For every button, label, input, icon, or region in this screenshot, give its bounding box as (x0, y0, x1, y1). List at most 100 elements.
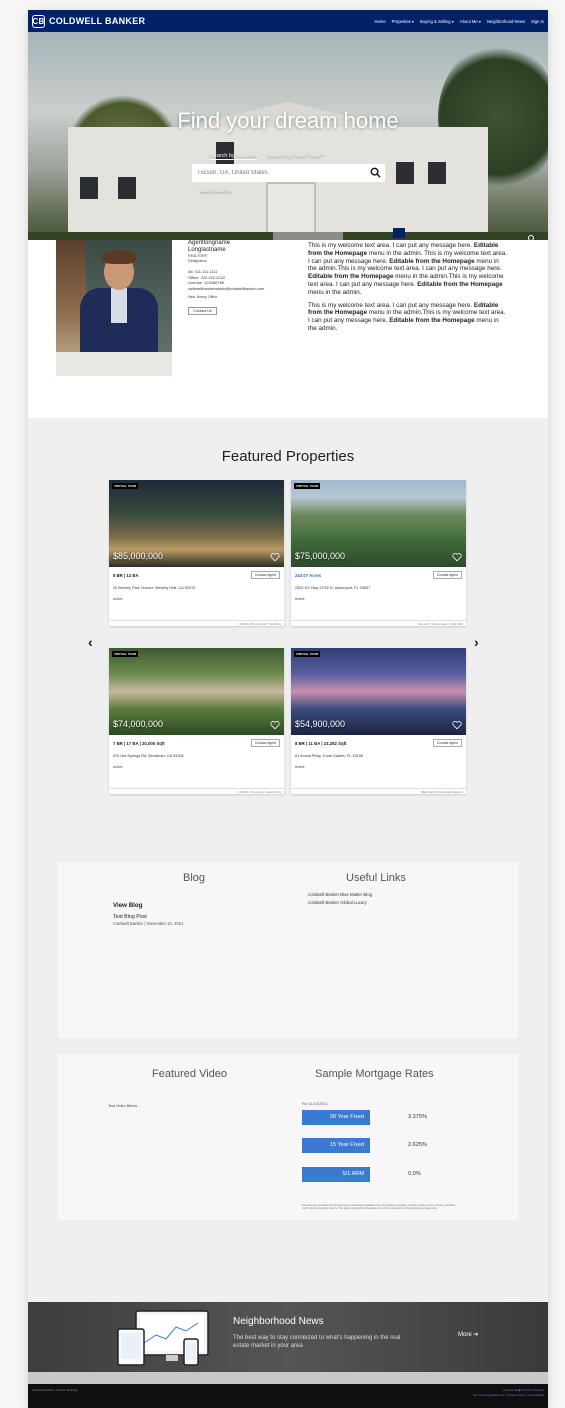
favorite-heart-icon[interactable] (452, 552, 462, 562)
agent-photo (56, 240, 172, 376)
contact-us-button[interactable]: Contact Us (188, 307, 217, 316)
footer-link-legal[interactable]: Fair Housing Statement | Privacy Policy … (473, 1393, 544, 1398)
nav-item-sign-in[interactable]: Sign In (531, 19, 544, 24)
useful-link[interactable]: Coldwell Banker Blue Matter Blog (308, 892, 372, 897)
blog-title: Blog (183, 872, 206, 884)
contact-agent-button[interactable]: Contact Agent (432, 571, 462, 579)
devices-illustration (117, 1310, 209, 1366)
property-status: Active (295, 597, 305, 601)
search-tabs: Search by Location Search by Drive Time™ (210, 153, 325, 160)
property-price: $74,000,000 (113, 719, 164, 729)
mortgage-disclaimer: The rates are provided for reference onl… (302, 1204, 456, 1211)
tab-search-drive-time[interactable]: Search by Drive Time™ (267, 153, 325, 160)
carousel-next-arrow[interactable]: › (474, 634, 479, 650)
virtual-tour-badge: VIRTUAL TOUR (294, 483, 321, 489)
hero-window (396, 162, 414, 184)
news-more-link[interactable]: More ➔ (458, 1331, 478, 1338)
listing-source: CRMLS | Montecito | Coastal MLS (109, 788, 284, 794)
nav-menu: Home Properties ▾ Buying & Selling ▾ Abo… (375, 10, 545, 32)
favorite-heart-icon[interactable] (452, 720, 462, 730)
page: CB COLDWELL BANKER Home Properties ▾ Buy… (28, 10, 548, 1408)
search-near-me-link[interactable]: Search near me (200, 188, 232, 193)
footer-band (28, 1372, 548, 1384)
hero-window (118, 177, 136, 199)
nav-item-buying-selling[interactable]: Buying & Selling ▾ (420, 19, 454, 24)
agent-contact-block: Alt: 111.111.1111 Office: 222.222.2222 L… (188, 269, 288, 291)
property-specs: 8 BR | 11 BA | 23,282 Sqft (295, 741, 347, 746)
photo-agent-hair (102, 250, 136, 264)
nav-item-about-me[interactable]: About Me ▾ (460, 19, 481, 24)
agent-office: New Jersey Office (188, 295, 218, 300)
property-address[interactable]: 670 Hot Springs Rd, Montecito, CA 93108 (113, 754, 184, 758)
rate-30-year-fixed-value: 3.375% (408, 1114, 427, 1120)
search-icon[interactable] (370, 167, 381, 178)
news-title: Neighborhood News (233, 1316, 324, 1327)
tab-search-location[interactable]: Search by Location (210, 153, 258, 160)
mortgage-rates-title: Sample Mortgage Rates (315, 1068, 434, 1080)
blog-post-title[interactable]: Test Blog Post (113, 914, 147, 920)
footer-links: Contact Us ▶ Terms of Service Fair Housi… (473, 1388, 544, 1398)
virtual-tour-badge: VIRTUAL TOUR (112, 483, 139, 489)
useful-link[interactable]: Coldwell Banker Global Luxury (308, 900, 367, 905)
blog-post-meta: Coldwell Banker | November 10, 2021 (113, 921, 184, 926)
property-card[interactable]: VIRTUAL TOUR $85,000,000 8 BR | 12 BA Co… (109, 480, 284, 626)
photo-desk (56, 352, 172, 376)
rate-15-year-fixed-value: 2.625% (408, 1142, 427, 1148)
agent-designation: Designation (188, 259, 207, 263)
welcome-text: This is my welcome text area. I can put … (308, 242, 508, 338)
nav-item-home[interactable]: Home (375, 19, 386, 24)
property-specs: 7 BR | 17 BA | 20,000 Sqft (113, 741, 165, 746)
footer-copyright[interactable]: Coldwell Banker | Cookie Settings (32, 1388, 77, 1392)
welcome-paragraph: This is my welcome text area. I can put … (308, 301, 506, 332)
mortgage-date: For 11/10/2021 (302, 1102, 328, 1106)
property-card[interactable]: VIRTUAL TOUR $75,000,000 243.07 Acres Co… (291, 480, 466, 626)
favorite-heart-icon[interactable] (270, 552, 280, 562)
nav-item-neighborhood-news[interactable]: Neighborhood News (487, 19, 525, 24)
contact-agent-button[interactable]: Contact Agent (432, 739, 462, 747)
contact-agent-button[interactable]: Contact Agent (250, 739, 280, 747)
search-box (192, 164, 385, 182)
search-input[interactable] (197, 170, 367, 176)
rate-30-year-fixed-button[interactable]: 30 Year Fixed (302, 1110, 370, 1125)
hero-window (80, 177, 98, 199)
listing-source: CRMLS | Beverly Hills | Sold Mkts (109, 620, 284, 626)
cb-logo-icon: CB (32, 14, 45, 28)
property-address[interactable]: 20 Beverly Park Terrace, Beverly Hills, … (113, 586, 195, 590)
property-address[interactable]: 81 Arvida Pkwy, Coral Gables, FL 33156 (295, 754, 363, 758)
property-price: $85,000,000 (113, 551, 164, 561)
property-status: Active (113, 765, 123, 769)
rate-5-1-arm-button[interactable]: 5/1 ARM (302, 1167, 370, 1182)
property-specs: 8 BR | 12 BA (113, 573, 139, 578)
featured-video-text: Test Video Below (108, 1104, 138, 1108)
hero-yard-sign (393, 228, 405, 238)
nav-item-properties[interactable]: Properties ▾ (392, 19, 414, 24)
hero-banner: Find your dream home Search by Location … (28, 32, 548, 263)
agent-info: Agentlongname Longlastname REALTOR® Desi… (188, 240, 288, 317)
rate-15-year-fixed-button[interactable]: 15 Year Fixed (302, 1138, 370, 1153)
listing-source: BEACHES | Miami-Dade Realtors (291, 788, 466, 794)
blog-links-panel (58, 862, 518, 1038)
hero-title: Find your dream home (177, 108, 399, 133)
agent-section: Agentlongname Longlastname REALTOR® Desi… (28, 240, 548, 418)
carousel-prev-arrow[interactable]: ‹ (88, 634, 93, 650)
agent-email[interactable]: coldwellbankeradmin@coldwellbanker.com (188, 286, 278, 292)
property-specs: 243.07 Acres (295, 573, 322, 578)
brand-logo[interactable]: CB COLDWELL BANKER (32, 14, 145, 28)
favorite-heart-icon[interactable] (270, 720, 280, 730)
view-blog-link[interactable]: View Blog (113, 902, 142, 909)
property-card[interactable]: VIRTUAL TOUR $54,900,000 8 BR | 11 BA | … (291, 648, 466, 794)
property-card[interactable]: VIRTUAL TOUR $74,000,000 7 BR | 17 BA | … (109, 648, 284, 794)
property-price: $75,000,000 (295, 551, 346, 561)
footer: Coldwell Banker | Cookie Settings Contac… (28, 1384, 548, 1408)
property-status: Active (113, 597, 123, 601)
contact-agent-button[interactable]: Contact Agent (250, 571, 280, 579)
video-mortgage-panel (58, 1054, 518, 1220)
agent-first-name: Agentlongname (188, 240, 231, 246)
property-address[interactable]: 2300 US Hwy 17/92 N, Davenport, FL 33837 (295, 586, 370, 590)
neighborhood-news-banner: Neighborhood News The best way to stay c… (28, 1302, 548, 1372)
agent-last-name: Longlastname (188, 247, 226, 253)
news-text: The best way to stay connected to what's… (233, 1335, 401, 1349)
useful-links-title: Useful Links (346, 872, 406, 884)
photo-agent-shirt (111, 288, 127, 323)
featured-video-title: Featured Video (152, 1068, 228, 1080)
